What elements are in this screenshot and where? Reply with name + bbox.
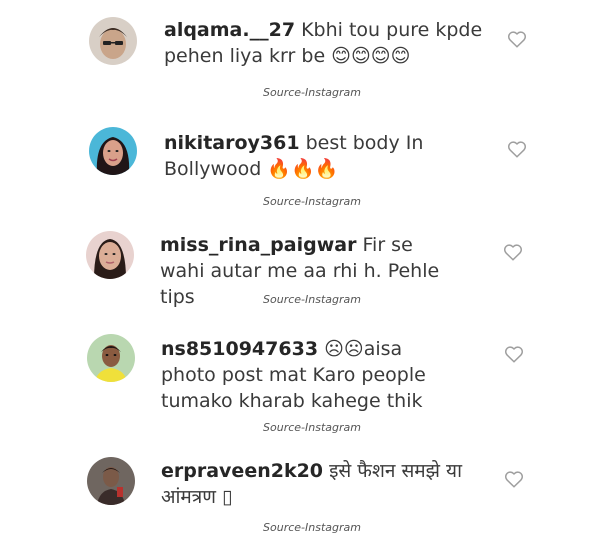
comment-username[interactable]: erpraveen2k20	[161, 460, 323, 482]
heart-outline-icon[interactable]	[504, 470, 524, 488]
comment-text-block: nikitaroy361 best body In Bollywood 🔥🔥🔥	[164, 130, 434, 182]
avatar[interactable]	[89, 127, 137, 175]
avatar[interactable]	[86, 231, 134, 279]
avatar[interactable]	[87, 457, 135, 505]
comment-username[interactable]: nikitaroy361	[164, 132, 300, 154]
source-caption: Source-Instagram	[263, 293, 361, 306]
heart-outline-icon[interactable]	[503, 243, 523, 261]
source-caption: Source-Instagram	[263, 86, 361, 99]
source-caption: Source-Instagram	[263, 195, 361, 208]
heart-outline-icon[interactable]	[507, 140, 527, 158]
source-caption: Source-Instagram	[263, 421, 361, 434]
comment-text-block: ns8510947633 ☹☹aisa photo post mat Karo …	[161, 336, 461, 414]
comment-text-block: erpraveen2k20 इसे फैशन समझे या आंमत्रण ▯	[161, 458, 481, 510]
comment-username[interactable]: miss_rina_paigwar	[160, 234, 356, 256]
avatar[interactable]	[89, 17, 137, 65]
heart-outline-icon[interactable]	[504, 345, 524, 363]
heart-outline-icon[interactable]	[507, 30, 527, 48]
source-caption: Source-Instagram	[263, 521, 361, 534]
avatar[interactable]	[87, 334, 135, 382]
comment-username[interactable]: alqama.__27	[164, 19, 295, 41]
comment-username[interactable]: ns8510947633	[161, 338, 318, 360]
comment-text-block: alqama.__27 Kbhi tou pure kpde pehen liy…	[164, 17, 484, 69]
